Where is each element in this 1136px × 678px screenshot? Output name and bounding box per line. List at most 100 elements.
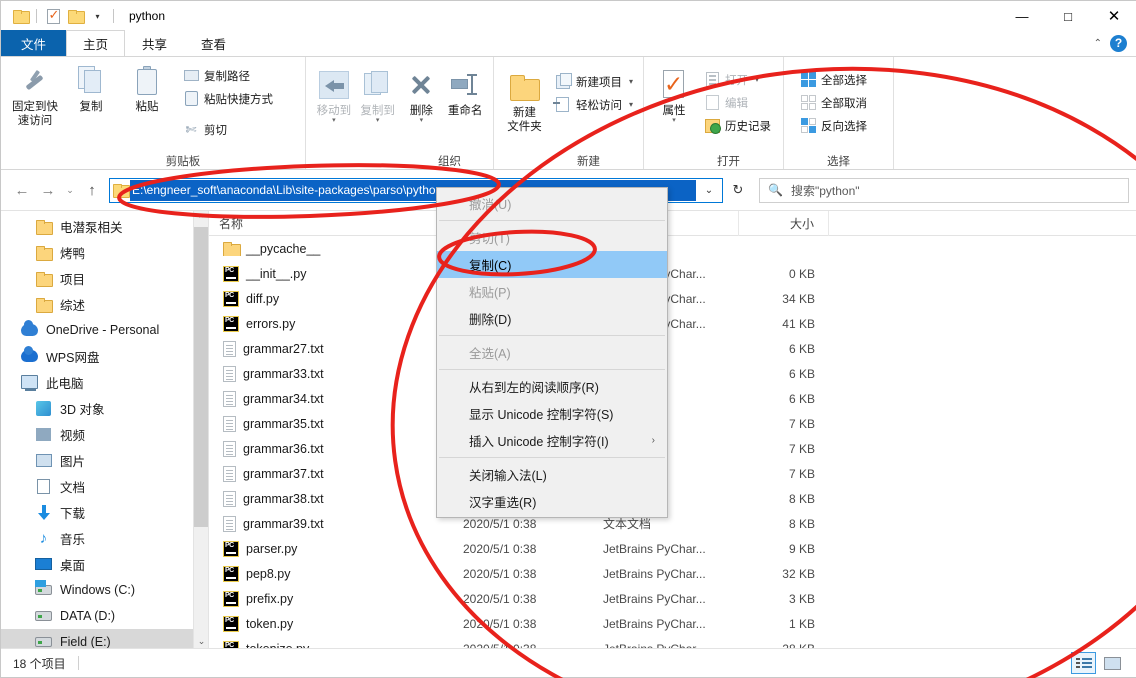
- refresh-button[interactable]: ↻: [723, 178, 753, 203]
- file-name-label: grammar39.txt: [243, 516, 324, 531]
- table-row[interactable]: grammar38.txt2020/5/1 0:38文本文档8 KB: [209, 486, 1136, 511]
- rename-button[interactable]: 重命名: [443, 65, 487, 118]
- column-header-name[interactable]: 名称: [209, 211, 449, 236]
- table-row[interactable]: grammar37.txt2020/5/1 0:38文本文档7 KB: [209, 461, 1136, 486]
- table-row[interactable]: token.py 2020/5/1 0:38 JetBrains PyChar...…: [209, 611, 1136, 636]
- scroll-down-icon[interactable]: ⌄: [194, 633, 208, 649]
- nav-item-documents[interactable]: 文档: [1, 473, 208, 499]
- qat-folder-button[interactable]: [64, 5, 86, 27]
- table-row[interactable]: __init__.py2020/5/1 0:38JetBrains PyChar…: [209, 261, 1136, 286]
- nav-item-data-d[interactable]: DATA (D:): [1, 603, 208, 629]
- scrollbar-thumb[interactable]: [194, 227, 208, 527]
- search-box[interactable]: 🔍 搜索"python": [759, 177, 1129, 203]
- tab-share[interactable]: 共享: [125, 30, 184, 56]
- nav-item-onedrive[interactable]: OneDrive - Personal: [1, 317, 208, 343]
- tab-view[interactable]: 查看: [184, 30, 243, 56]
- scroll-up-icon[interactable]: ⌃: [194, 211, 208, 227]
- context-menu-item-close-ime[interactable]: 关闭输入法(L): [437, 461, 667, 488]
- tab-file[interactable]: 文件: [1, 30, 67, 56]
- table-row[interactable]: grammar27.txt2020/5/1 0:38文本文档6 KB: [209, 336, 1136, 361]
- collapse-ribbon-button[interactable]: ⌃: [1094, 38, 1102, 49]
- select-all-button[interactable]: 全部选择: [796, 69, 871, 90]
- context-menu-item-cut[interactable]: 剪切(T): [437, 224, 667, 251]
- table-row[interactable]: grammar33.txt2020/5/1 0:38文本文档6 KB: [209, 361, 1136, 386]
- qat-customize-button[interactable]: ▾: [86, 5, 108, 27]
- open-button[interactable]: 打开 ▾: [700, 69, 775, 90]
- move-to-button[interactable]: 移动到 ▾: [312, 65, 356, 124]
- tab-home[interactable]: 主页: [66, 30, 126, 56]
- navigation-scrollbar[interactable]: ⌃ ⌄: [193, 211, 208, 649]
- new-folder-button[interactable]: 新建 文件夹: [500, 67, 549, 134]
- context-menu-item-show-unicode-chars[interactable]: 显示 Unicode 控制字符(S): [437, 400, 667, 427]
- paste-button[interactable]: 粘贴: [119, 61, 175, 114]
- delete-button[interactable]: 删除 ▾: [400, 65, 444, 124]
- context-menu-item-paste[interactable]: 粘贴(P): [437, 278, 667, 305]
- address-dropdown-button[interactable]: ⌄: [696, 185, 722, 196]
- pin-to-quick-access-button[interactable]: 固定到快 速访问: [7, 61, 63, 128]
- nav-label: WPS网盘: [46, 350, 100, 365]
- nav-label: 图片: [60, 454, 86, 469]
- nav-item-this-pc[interactable]: 此电脑: [1, 369, 208, 395]
- context-menu-item-insert-unicode-chars[interactable]: 插入 Unicode 控制字符(I) ›: [437, 427, 667, 454]
- paste-shortcut-button[interactable]: 粘贴快捷方式: [179, 88, 277, 109]
- table-row[interactable]: diff.py2020/5/1 0:38JetBrains PyChar...3…: [209, 286, 1136, 311]
- table-row[interactable]: __pycache__: [209, 236, 1136, 261]
- nav-item-desktop[interactable]: 桌面: [1, 551, 208, 577]
- context-menu-item-rtl-reading-order[interactable]: 从右到左的阅读顺序(R): [437, 373, 667, 400]
- maximize-button[interactable]: □: [1045, 1, 1091, 31]
- table-row[interactable]: grammar39.txt 2020/5/1 0:38 文本文档 8 KB: [209, 511, 1136, 536]
- nav-item-pictures[interactable]: 图片: [1, 447, 208, 473]
- copy-to-button[interactable]: 复制到 ▾: [356, 65, 400, 124]
- qat-properties-button[interactable]: [42, 5, 64, 27]
- table-row[interactable]: parser.py 2020/5/1 0:38 JetBrains PyChar..…: [209, 536, 1136, 561]
- easy-access-button[interactable]: 轻松访问 ▾: [551, 94, 637, 115]
- new-item-button[interactable]: 新建项目 ▾: [551, 71, 637, 92]
- nav-item-wps-cloud[interactable]: WPS网盘: [1, 343, 208, 369]
- thumbnail-view-button[interactable]: [1100, 652, 1125, 674]
- minimize-button[interactable]: —: [999, 1, 1045, 31]
- edit-button[interactable]: 编辑: [700, 92, 775, 113]
- nav-item-videos[interactable]: 视频: [1, 421, 208, 447]
- column-header-size[interactable]: 大小: [739, 211, 829, 236]
- context-menu-item-copy[interactable]: 复制(C): [437, 251, 667, 278]
- context-menu-item-reconvert[interactable]: 汉字重选(R): [437, 488, 667, 515]
- context-menu-item-undo[interactable]: 撤消(U): [437, 190, 667, 217]
- nav-item-dianqianbeng[interactable]: 电潜泵相关: [1, 213, 208, 239]
- select-none-button[interactable]: 全部取消: [796, 92, 871, 113]
- context-menu-item-select-all[interactable]: 全选(A): [437, 339, 667, 366]
- nav-item-xiangmu[interactable]: 项目: [1, 265, 208, 291]
- context-menu-item-delete[interactable]: 删除(D): [437, 305, 667, 332]
- nav-item-windows-c[interactable]: Windows (C:): [1, 577, 208, 603]
- nav-item-3d-objects[interactable]: 3D 对象: [1, 395, 208, 421]
- open-label: 打开: [725, 74, 748, 87]
- nav-item-kaoya[interactable]: 烤鸭: [1, 239, 208, 265]
- copy-button[interactable]: 复制: [63, 61, 119, 114]
- qat-new-folder-button[interactable]: [9, 5, 31, 27]
- nav-item-music[interactable]: ♪ 音乐: [1, 525, 208, 551]
- pycharm-file-icon: [223, 265, 239, 282]
- copy-path-button[interactable]: 复制路径: [179, 65, 277, 86]
- back-button[interactable]: ←: [9, 177, 35, 203]
- nav-item-field-e[interactable]: Field (E:): [1, 629, 208, 649]
- table-row[interactable]: pep8.py 2020/5/1 0:38 JetBrains PyChar... 3…: [209, 561, 1136, 586]
- table-row[interactable]: grammar36.txt2020/5/1 0:38文本文档7 KB: [209, 436, 1136, 461]
- forward-button[interactable]: →: [35, 177, 61, 203]
- rename-label: 重命名: [447, 105, 483, 117]
- table-row[interactable]: grammar34.txt2020/5/1 0:38文本文档6 KB: [209, 386, 1136, 411]
- nav-item-downloads[interactable]: 下载: [1, 499, 208, 525]
- nav-item-zongshu[interactable]: 综述: [1, 291, 208, 317]
- table-row[interactable]: prefix.py 2020/5/1 0:38 JetBrains PyChar..…: [209, 586, 1136, 611]
- close-button[interactable]: ✕: [1091, 1, 1136, 31]
- recent-locations-button[interactable]: ⌄: [61, 177, 79, 203]
- table-row[interactable]: grammar35.txt2020/5/1 0:38文本文档7 KB: [209, 411, 1136, 436]
- cell-name: errors.py: [209, 315, 449, 332]
- properties-button[interactable]: ✓ 属性 ▾: [650, 65, 698, 124]
- pycharm-file-icon: [223, 565, 239, 582]
- cut-button[interactable]: ✄ 剪切: [179, 119, 277, 140]
- invert-selection-button[interactable]: 反向选择: [796, 115, 871, 136]
- up-button[interactable]: ↑: [79, 177, 105, 203]
- details-view-button[interactable]: [1071, 652, 1096, 674]
- help-button[interactable]: ?: [1110, 34, 1127, 52]
- history-button[interactable]: 历史记录: [700, 115, 775, 136]
- table-row[interactable]: errors.py2020/5/1 0:38JetBrains PyChar..…: [209, 311, 1136, 336]
